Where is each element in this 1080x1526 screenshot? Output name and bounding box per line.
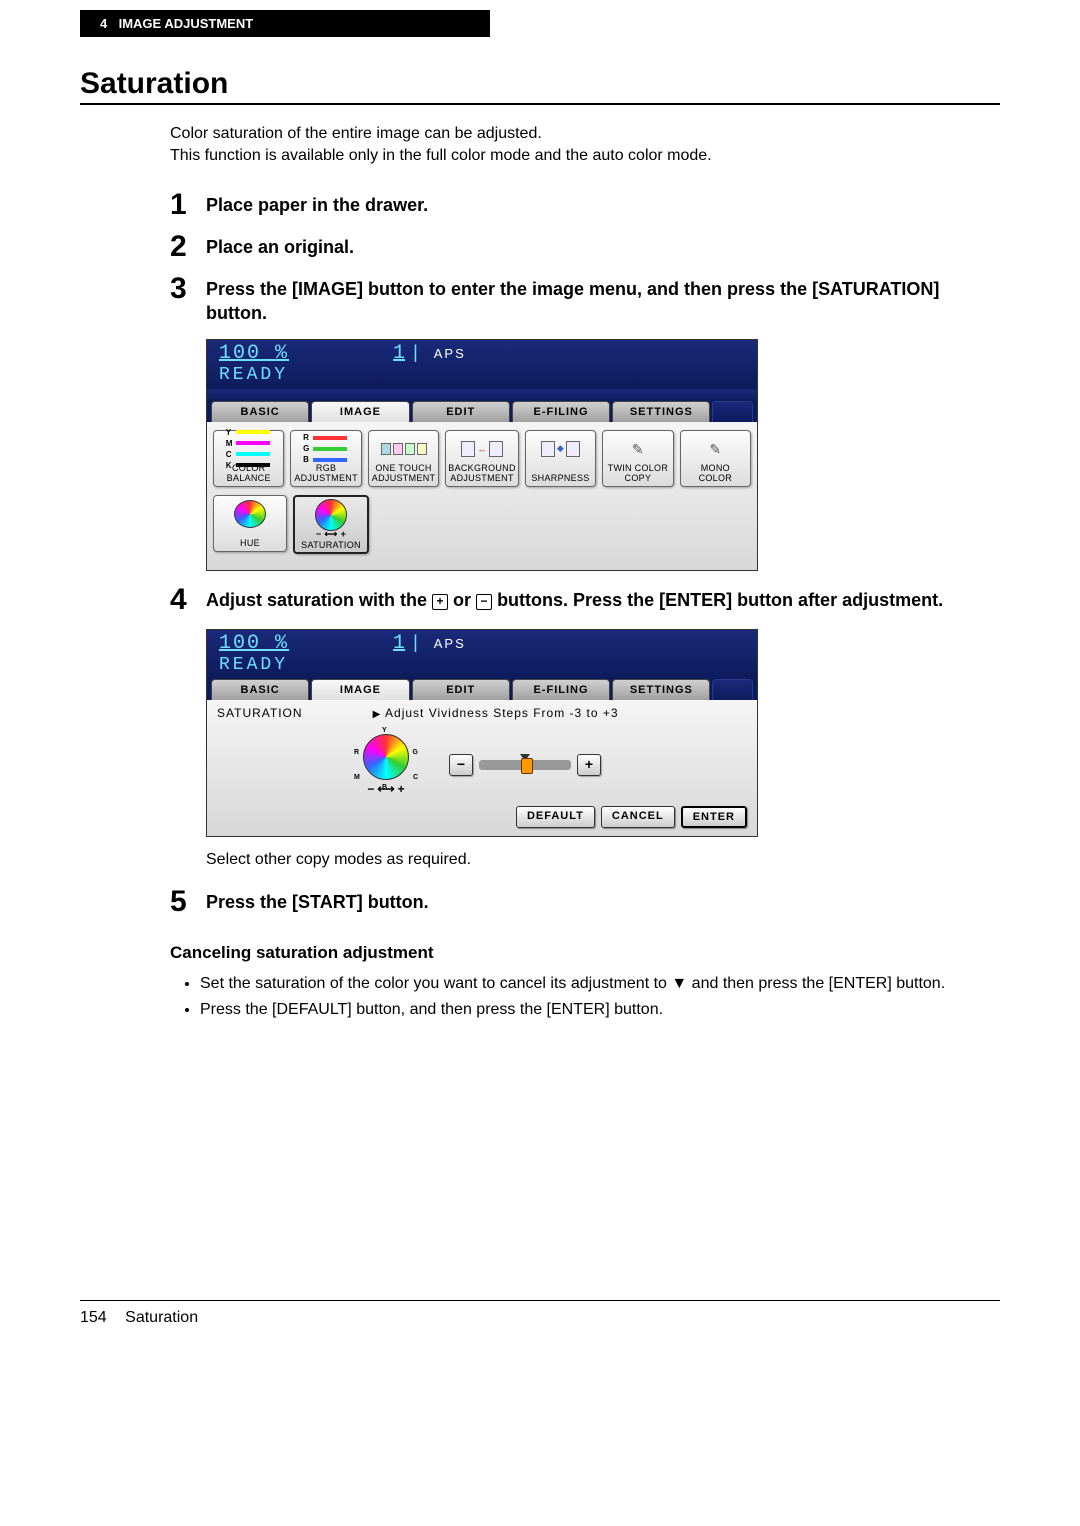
- tab-image[interactable]: IMAGE: [311, 401, 409, 422]
- copy-count: 1: [393, 632, 405, 655]
- tab-efiling[interactable]: E-FILING: [512, 679, 610, 700]
- chapter-title: IMAGE ADJUSTMENT: [119, 16, 254, 31]
- ready-status: READY: [207, 655, 757, 679]
- plus-button[interactable]: +: [577, 754, 601, 776]
- cancel-button[interactable]: CANCEL: [601, 806, 675, 828]
- step-text: Press the [IMAGE] button to enter the im…: [206, 274, 1000, 325]
- footer-title: Saturation: [125, 1309, 198, 1326]
- color-wheel-icon: Y R G M C B: [363, 734, 409, 780]
- tab-spacer: [712, 679, 753, 700]
- tab-settings[interactable]: SETTINGS: [612, 401, 710, 422]
- aps-label: APS: [434, 346, 466, 361]
- intro-line: This function is available only in the f…: [170, 145, 1000, 167]
- hue-button[interactable]: HUE: [213, 495, 287, 552]
- saturation-label: SATURATION: [217, 706, 303, 720]
- tab-settings[interactable]: SETTINGS: [612, 679, 710, 700]
- color-wheel-icon: [234, 500, 266, 528]
- ready-status: READY: [207, 365, 757, 389]
- instruction-text: Adjust Vividness Steps From -3 to +3: [373, 706, 619, 720]
- enter-button[interactable]: ENTER: [681, 806, 747, 828]
- step-text: Press the [START] button.: [206, 887, 429, 914]
- zoom-percent: 100 %: [219, 342, 289, 365]
- plus-icon: +: [432, 594, 448, 610]
- step-text: Adjust saturation with the + or − button…: [206, 585, 943, 612]
- step-3: 3 Press the [IMAGE] button to enter the …: [170, 274, 1000, 325]
- cancel-heading: Canceling saturation adjustment: [170, 943, 1000, 963]
- one-touch-adjustment-button[interactable]: ONE TOUCH ADJUSTMENT: [368, 430, 439, 487]
- tab-image[interactable]: IMAGE: [311, 679, 409, 700]
- zoom-percent: 100 %: [219, 632, 289, 655]
- background-adjustment-button[interactable]: ↔ BACKGROUND ADJUSTMENT: [445, 430, 519, 487]
- sharpness-button[interactable]: ◆ SHARPNESS: [525, 430, 596, 487]
- aps-label: APS: [434, 636, 466, 651]
- tab-edit[interactable]: EDIT: [412, 679, 510, 700]
- down-triangle-icon: ▼: [671, 975, 687, 992]
- bullet-item: Press the [DEFAULT] button, and then pre…: [200, 999, 990, 1021]
- step-number: 2: [170, 232, 206, 262]
- chapter-number: 4: [100, 16, 108, 31]
- step-number: 3: [170, 274, 206, 304]
- step-1: 1 Place paper in the drawer.: [170, 190, 1000, 220]
- step-2: 2 Place an original.: [170, 232, 1000, 262]
- step-number: 1: [170, 190, 206, 220]
- color-balance-button[interactable]: Y M C K COLOR BALANCE: [213, 430, 284, 487]
- intro-line: Color saturation of the entire image can…: [170, 123, 1000, 145]
- tab-efiling[interactable]: E-FILING: [512, 401, 610, 422]
- page-title: Saturation: [80, 67, 1000, 101]
- status-bar: 100 % 1 | APS READY: [207, 630, 757, 679]
- step-4: 4 Adjust saturation with the + or − butt…: [170, 585, 1000, 615]
- saturation-button[interactable]: −⟷+ SATURATION: [293, 495, 369, 554]
- slider-thumb[interactable]: [521, 758, 533, 774]
- title-rule: [80, 103, 1000, 105]
- cancel-bullets: Set the saturation of the color you want…: [180, 973, 1000, 1020]
- step-text: Place paper in the drawer.: [206, 190, 428, 217]
- minus-icon: −: [476, 594, 492, 610]
- printer-screen-saturation: 100 % 1 | APS READY BASIC IMAGE EDIT E-F…: [206, 629, 758, 837]
- tab-bar: BASIC IMAGE EDIT E-FILING SETTINGS: [207, 401, 757, 422]
- twin-color-copy-button[interactable]: TWIN COLOR COPY: [602, 430, 673, 487]
- step4-note: Select other copy modes as required.: [206, 851, 1000, 869]
- saturation-slider[interactable]: [479, 760, 571, 770]
- status-bar: 100 % 1 | APS READY: [207, 340, 757, 389]
- tab-basic[interactable]: BASIC: [211, 679, 309, 700]
- tab-bar: BASIC IMAGE EDIT E-FILING SETTINGS: [207, 679, 757, 700]
- color-wheel-icon: [315, 499, 347, 531]
- step-number: 4: [170, 585, 206, 615]
- step-number: 5: [170, 887, 206, 917]
- bullet-item: Set the saturation of the color you want…: [200, 973, 990, 995]
- tab-basic[interactable]: BASIC: [211, 401, 309, 422]
- tab-edit[interactable]: EDIT: [412, 401, 510, 422]
- intro-text: Color saturation of the entire image can…: [170, 123, 1000, 166]
- minus-button[interactable]: −: [449, 754, 473, 776]
- printer-screen-image-menu: 100 % 1 | APS READY BASIC IMAGE EDIT E-F…: [206, 339, 758, 571]
- page-footer: 154 Saturation: [80, 1300, 1000, 1327]
- tab-spacer: [712, 401, 753, 422]
- rgb-adjustment-button[interactable]: R G B RGB ADJUSTMENT: [290, 430, 361, 487]
- copy-count: 1: [393, 342, 405, 365]
- mono-color-button[interactable]: MONO COLOR: [680, 430, 751, 487]
- step-5: 5 Press the [START] button.: [170, 887, 1000, 917]
- page-number: 154: [80, 1309, 107, 1327]
- default-button[interactable]: DEFAULT: [516, 806, 595, 828]
- step-text: Place an original.: [206, 232, 354, 259]
- chapter-header: 4 IMAGE ADJUSTMENT: [80, 10, 490, 37]
